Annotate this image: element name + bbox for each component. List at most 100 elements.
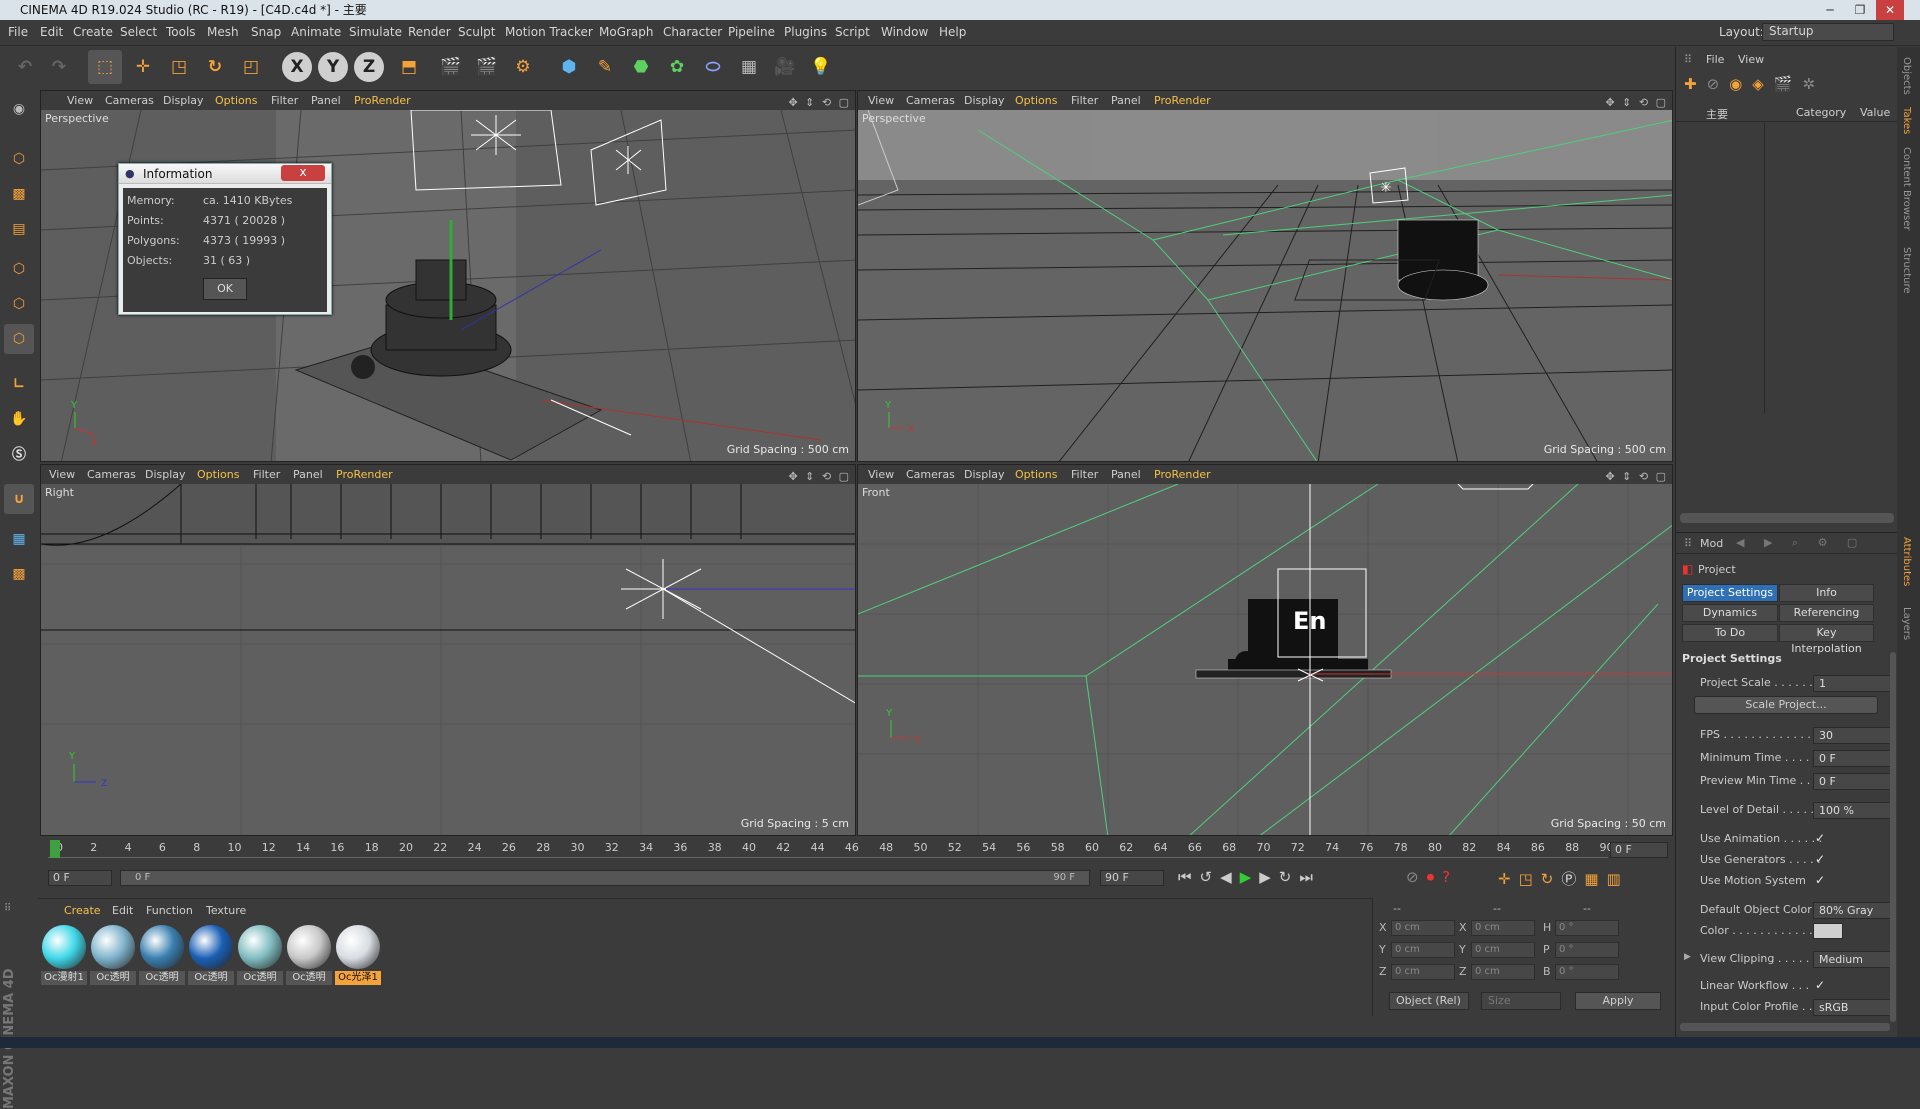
coord-size-select[interactable]: Size	[1481, 992, 1561, 1010]
y-axis-lock-button[interactable]: Y	[318, 52, 348, 82]
menu-tools[interactable]: Tools	[166, 25, 196, 39]
select-tool-icon[interactable]: ⬚	[88, 50, 122, 84]
vp-menu-options[interactable]: Options	[197, 465, 239, 484]
viewport-right[interactable]: View Cameras Display Options Filter Pane…	[40, 464, 856, 836]
objects-grip-icon[interactable]: ⠿	[1684, 53, 1692, 66]
material-swatch[interactable]	[42, 925, 86, 969]
render-settings-icon[interactable]: ⚙	[506, 50, 540, 84]
take-filter-icon[interactable]: ✲	[1802, 75, 1825, 93]
material-label[interactable]: Oc透明	[188, 971, 234, 985]
grid-snap-icon[interactable]: ▦	[4, 524, 34, 554]
prev-key-icon[interactable]: ↺	[1200, 868, 1221, 886]
cloner-icon[interactable]: ✿	[660, 50, 694, 84]
coord-field[interactable]: 0 cm	[1471, 920, 1535, 936]
objects-menu-file[interactable]: File	[1706, 53, 1724, 66]
tweak-icon[interactable]: ✋	[4, 404, 34, 434]
vp-menu-prorender[interactable]: ProRender	[336, 465, 393, 484]
menu-animate[interactable]: Animate	[291, 25, 341, 39]
undo-icon[interactable]: ↶	[8, 50, 42, 84]
view-clipping-select[interactable]: Medium	[1813, 951, 1895, 968]
menu-render[interactable]: Render	[408, 25, 451, 39]
polygons-mode-icon[interactable]: ⬡	[4, 324, 34, 354]
dialog-close-button[interactable]: x	[281, 165, 325, 181]
vp-menu-view[interactable]: View	[868, 91, 894, 110]
tab-referencing[interactable]: Referencing	[1779, 604, 1874, 622]
side-tab-content-browser[interactable]: Content Browser	[1901, 147, 1912, 230]
use-animation-checkbox[interactable]: ✓	[1815, 831, 1825, 845]
menu-pipeline[interactable]: Pipeline	[728, 25, 775, 39]
menu-help[interactable]: Help	[939, 25, 966, 39]
tab-dynamics[interactable]: Dynamics	[1682, 604, 1778, 622]
mat-menu-edit[interactable]: Edit	[112, 904, 133, 917]
side-tab-attributes[interactable]: Attributes	[1901, 537, 1912, 586]
tab-key-interpolation[interactable]: Key Interpolation	[1779, 624, 1874, 655]
vp-menu-cameras[interactable]: Cameras	[906, 465, 955, 484]
vp-menu-options[interactable]: Options	[1015, 91, 1057, 110]
fps-field[interactable]: 30	[1813, 727, 1895, 744]
vp-menu-options[interactable]: Options	[1015, 465, 1057, 484]
goto-start-icon[interactable]: ⏮	[1178, 868, 1200, 886]
scale-tool-icon[interactable]: ◳	[162, 50, 196, 84]
vp-menu-cameras[interactable]: Cameras	[105, 91, 154, 110]
next-key-icon[interactable]: ↻	[1279, 868, 1300, 886]
default-object-color-select[interactable]: 80% Gray	[1813, 902, 1895, 919]
material-swatch[interactable]	[140, 925, 184, 969]
coord-field[interactable]: 0 °	[1555, 942, 1619, 958]
vp-menu-cameras[interactable]: Cameras	[906, 91, 955, 110]
material-swatch[interactable]	[238, 925, 282, 969]
light-icon[interactable]: 💡	[804, 50, 838, 84]
take-clapper-icon[interactable]: 🎬	[1774, 75, 1803, 93]
vp-menu-panel[interactable]: Panel	[1111, 91, 1141, 110]
menu-create[interactable]: Create	[73, 25, 113, 39]
vp-menu-panel[interactable]: Panel	[1111, 465, 1141, 484]
menu-mesh[interactable]: Mesh	[207, 25, 239, 39]
mat-grip-icon[interactable]: ⠿	[4, 903, 11, 914]
project-scale-field[interactable]: 1	[1813, 675, 1895, 692]
record-icon[interactable]: ⊘	[1406, 868, 1427, 886]
coord-mode-select[interactable]: Object (Rel)	[1389, 992, 1469, 1010]
vp-menu-filter[interactable]: Filter	[1071, 91, 1098, 110]
take-node-icon[interactable]: ◈	[1752, 75, 1774, 93]
attributes-scrollbar[interactable]	[1890, 652, 1896, 1022]
minimize-button[interactable]: ─	[1816, 0, 1844, 20]
mat-menu-create[interactable]: Create	[64, 904, 101, 917]
floor-icon[interactable]: ▦	[732, 50, 766, 84]
coord-field[interactable]: 0 °	[1555, 964, 1619, 980]
menu-motion-tracker[interactable]: Motion Tracker	[505, 25, 593, 39]
use-generators-checkbox[interactable]: ✓	[1815, 852, 1825, 866]
menu-file[interactable]: File	[8, 25, 28, 39]
material-label[interactable]: Oc透明	[237, 971, 283, 985]
side-tab-objects[interactable]: Objects	[1901, 57, 1912, 95]
vp-menu-panel[interactable]: Panel	[293, 465, 323, 484]
render-picture-viewer-icon[interactable]: 🎬	[470, 50, 504, 84]
close-button[interactable]: ✕	[1876, 0, 1904, 20]
dialog-titlebar[interactable]: ● Information x	[119, 164, 331, 184]
take-auto-icon[interactable]: ◉	[1729, 75, 1752, 93]
deformer-icon[interactable]: ⬭	[696, 50, 730, 84]
takes-scrollbar[interactable]	[1680, 513, 1894, 523]
end-frame-field[interactable]: 90 F	[1100, 870, 1164, 886]
attributes-nav-icons[interactable]: ◀ ▶ ⌕ ⚙ ▢	[1736, 536, 1865, 550]
menu-plugins[interactable]: Plugins	[784, 25, 827, 39]
menu-window[interactable]: Window	[881, 25, 928, 39]
tab-project-settings[interactable]: Project Settings	[1682, 584, 1778, 602]
linear-workflow-checkbox[interactable]: ✓	[1815, 978, 1825, 992]
material-swatch[interactable]	[287, 925, 331, 969]
add-take-icon[interactable]: ✚	[1684, 75, 1707, 93]
material-label[interactable]: Oc光泽1	[335, 971, 381, 985]
model-mode-icon[interactable]: ⬡	[4, 144, 34, 174]
material-label[interactable]: Oc漫射1	[41, 971, 87, 985]
menu-simulate[interactable]: Simulate	[349, 25, 402, 39]
menu-sculpt[interactable]: Sculpt	[458, 25, 495, 39]
material-swatch[interactable]	[189, 925, 233, 969]
vp-menu-options[interactable]: Options	[215, 91, 257, 110]
mat-menu-function[interactable]: Function	[146, 904, 193, 917]
menu-mograph[interactable]: MoGraph	[599, 25, 654, 39]
layout-select[interactable]: Startup	[1762, 23, 1894, 41]
vp-menu-display[interactable]: Display	[964, 91, 1005, 110]
autokey-icon[interactable]: ⏺	[1427, 868, 1443, 886]
scale-project-button[interactable]: Scale Project...	[1694, 696, 1878, 714]
menu-snap[interactable]: Snap	[251, 25, 281, 39]
coord-field[interactable]: 0 cm	[1391, 942, 1455, 958]
x-axis-lock-button[interactable]: X	[282, 52, 312, 82]
